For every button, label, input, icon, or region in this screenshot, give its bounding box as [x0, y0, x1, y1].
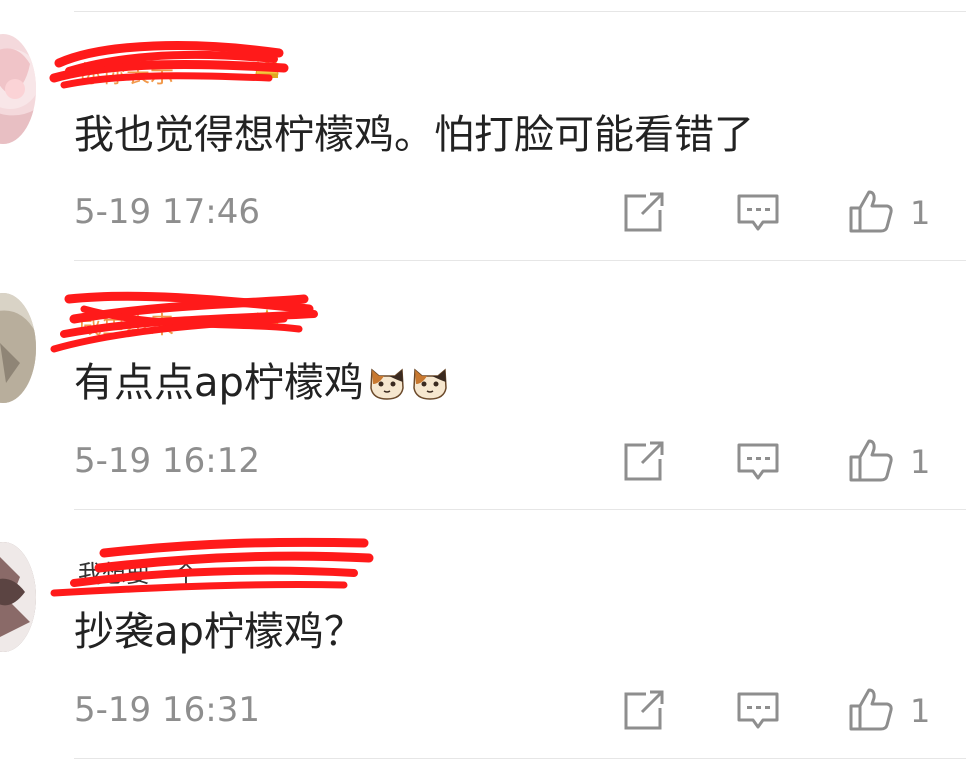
redaction-scribble	[50, 537, 374, 597]
cat-emoji	[413, 368, 447, 400]
timestamp: 5-19 16:12	[74, 441, 260, 481]
username-row[interactable]: 你你表示	[49, 41, 294, 89]
reply-button[interactable]	[736, 690, 780, 734]
username-row[interactable]: 我想要一个	[50, 537, 374, 597]
like-button[interactable]	[848, 686, 893, 731]
like-count: 1	[910, 194, 931, 232]
comment-item: 咸鱼本来 有点点ap柠檬鸡 5-19 16:12 1	[0, 261, 966, 511]
share-button[interactable]	[622, 190, 666, 234]
share-icon	[624, 192, 664, 232]
reply-button[interactable]	[736, 192, 780, 236]
redaction-scribble	[50, 291, 318, 353]
comment-item: 我想要一个 抄袭ap柠檬鸡？ 5-19 16:31 1	[0, 510, 966, 760]
comment-body: 我也觉得想柠檬鸡。怕打脸可能看错了	[74, 112, 754, 158]
like-count: 1	[910, 692, 931, 730]
avatar[interactable]	[0, 34, 36, 144]
avatar-image	[0, 293, 36, 403]
redaction-scribble	[49, 41, 289, 89]
comment-icon	[737, 692, 779, 729]
like-icon	[849, 688, 893, 731]
like-icon	[849, 190, 893, 233]
username-row[interactable]: 咸鱼本来	[50, 291, 318, 353]
avatar[interactable]	[0, 293, 36, 403]
like-button[interactable]	[848, 437, 893, 482]
reply-button[interactable]	[736, 441, 780, 485]
comment-text: 有点点ap柠檬鸡	[74, 358, 450, 408]
comment-body: 有点点ap柠檬鸡	[74, 360, 364, 406]
comment-body: 抄袭ap柠檬鸡？	[74, 609, 364, 655]
avatar[interactable]	[0, 542, 36, 652]
comment-text: 我也觉得想柠檬鸡。怕打脸可能看错了	[74, 110, 754, 160]
like-button[interactable]	[848, 188, 893, 233]
cat-emoji	[370, 368, 404, 400]
like-count: 1	[910, 443, 931, 481]
share-icon	[624, 690, 664, 730]
comment-text: 抄袭ap柠檬鸡？	[74, 607, 364, 657]
share-icon	[624, 441, 664, 481]
share-button[interactable]	[622, 688, 666, 732]
timestamp: 5-19 17:46	[74, 192, 260, 232]
avatar-image	[0, 542, 36, 652]
share-button[interactable]	[622, 439, 666, 483]
like-icon	[849, 439, 893, 482]
avatar-image	[0, 48, 36, 144]
timestamp: 5-19 16:31	[74, 690, 260, 730]
comment-icon	[737, 443, 779, 480]
comment-item: 你你表示 我也觉得想柠檬鸡。怕打脸可能看错了 5-19 17:46 1	[0, 12, 966, 262]
comment-icon	[737, 194, 779, 231]
divider	[74, 758, 966, 759]
